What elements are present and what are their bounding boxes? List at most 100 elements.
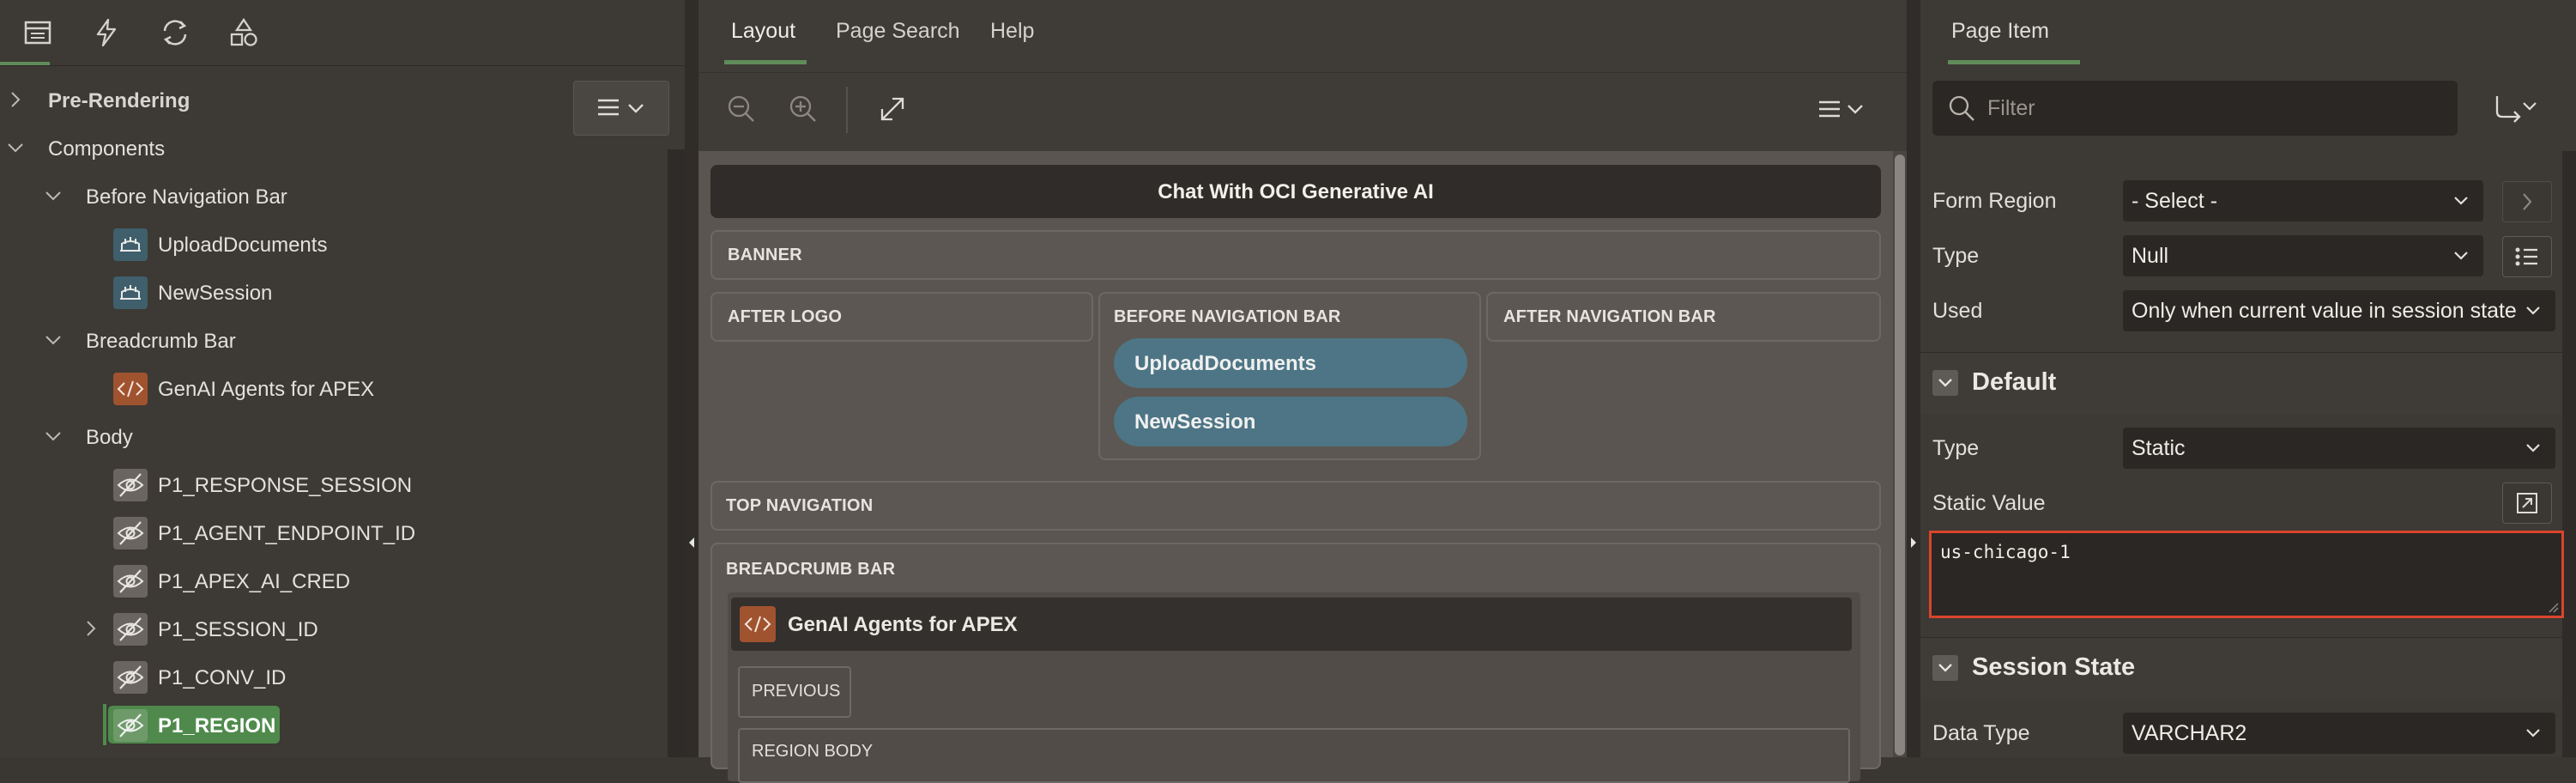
default-type-select[interactable]: Static — [2123, 428, 2555, 469]
chevron-down-icon[interactable] — [43, 330, 63, 350]
tree-node-label: P1_APEX_AI_CRED — [158, 570, 351, 593]
tree-node-label: NewSession — [158, 282, 273, 305]
zone-label: BEFORE NAVIGATION BAR — [1114, 307, 1341, 326]
tree-node-label: Body — [86, 426, 133, 449]
hidden-item-icon — [113, 469, 148, 501]
zone-breadcrumb-bar[interactable]: BREADCRUMB BAR GenAI Agents for APEX PRE… — [711, 543, 1881, 783]
group-title: Default — [1972, 368, 2057, 396]
tree-node-before-navigation-bar[interactable]: Before Navigation Bar — [0, 175, 668, 216]
zoom-in-icon[interactable] — [786, 92, 820, 126]
canvas-scrollbar-thumb[interactable] — [1895, 155, 1905, 756]
group-title: Session State — [1972, 653, 2136, 681]
chevron-right-icon[interactable] — [81, 618, 101, 639]
left-splitter[interactable] — [685, 0, 698, 757]
property-scrollbar[interactable] — [2562, 151, 2576, 757]
layout-menu-icon[interactable] — [1814, 90, 1874, 128]
page-title-bar[interactable]: Chat With OCI Generative AI — [711, 165, 1881, 218]
tree-scrollbar[interactable] — [668, 149, 685, 757]
zone-label: AFTER NAVIGATION BAR — [1503, 307, 1716, 326]
tree-node-p1-agent-endpoint-id[interactable]: P1_AGENT_ENDPOINT_ID — [0, 512, 668, 553]
collapse-icon[interactable] — [1932, 370, 1958, 396]
hidden-item-icon — [113, 709, 148, 742]
group-session-state-header[interactable]: Session State — [1920, 637, 2562, 700]
zone-region-body[interactable]: REGION BODY — [738, 728, 1850, 783]
tree-node-components[interactable]: Components — [0, 127, 566, 168]
data-type-select[interactable]: VARCHAR2 — [2123, 713, 2555, 754]
right-splitter[interactable] — [1907, 0, 1920, 757]
static-value-label: Static Value — [1932, 491, 2046, 515]
zone-label: AFTER LOGO — [728, 307, 843, 326]
rendering-tree: Pre-Rendering Components Before Navigati… — [0, 67, 668, 757]
layout-canvas: Chat With OCI Generative AI BANNER AFTER… — [698, 151, 1893, 783]
tree-node-label: Breadcrumb Bar — [86, 330, 236, 353]
open-editor-button[interactable] — [2502, 483, 2552, 524]
tree-node-pre-rendering[interactable]: Pre-Rendering — [0, 79, 566, 120]
dynamic-actions-icon[interactable] — [89, 15, 124, 50]
chevron-down-icon — [2523, 438, 2543, 458]
tab-layout[interactable]: Layout — [731, 19, 795, 44]
list-details-button[interactable] — [2502, 236, 2552, 277]
zone-banner[interactable]: BANNER — [711, 230, 1881, 280]
search-icon — [1946, 93, 1977, 124]
button-icon — [113, 228, 148, 261]
tree-node-body[interactable]: Body — [0, 416, 668, 457]
left-panel: Pre-Rendering Components Before Navigati… — [0, 0, 685, 757]
zone-before-navigation-bar[interactable]: BEFORE NAVIGATION BAR UploadDocuments Ne… — [1098, 292, 1481, 460]
go-to-region-button[interactable] — [2502, 181, 2552, 222]
tree-node-p1-response-session[interactable]: P1_RESPONSE_SESSION — [0, 464, 668, 505]
uploaddocuments-button[interactable]: UploadDocuments — [1114, 338, 1467, 388]
zoom-out-icon[interactable] — [724, 92, 759, 126]
zone-top-navigation[interactable]: TOP NAVIGATION — [711, 481, 1881, 531]
tree-node-newsession[interactable]: NewSession — [0, 271, 668, 313]
page-title: Chat With OCI Generative AI — [1158, 180, 1434, 203]
expand-icon[interactable] — [875, 92, 910, 126]
collapse-icon[interactable] — [1932, 655, 1958, 681]
genai-agents-region[interactable]: GenAI Agents for APEX — [731, 598, 1852, 651]
default-type-label: Type — [1932, 436, 1980, 460]
rendering-tree-icon[interactable] — [21, 15, 55, 50]
tree-node-label: Pre-Rendering — [48, 89, 190, 112]
zone-previous[interactable]: PREVIOUS — [738, 666, 851, 718]
static-value-textarea[interactable]: us-chicago-1 — [1929, 531, 2564, 618]
tree-menu-button[interactable] — [573, 81, 669, 136]
tab-page-search[interactable]: Page Search — [836, 19, 960, 44]
left-tab-bar — [0, 0, 685, 66]
tree-node-p1-region[interactable]: P1_REGION — [0, 704, 668, 745]
breadcrumb-region-container: GenAI Agents for APEX PREVIOUS REGION BO… — [728, 592, 1860, 783]
shared-components-icon[interactable] — [227, 15, 261, 50]
zone-after-navigation-bar[interactable]: AFTER NAVIGATION BAR — [1486, 292, 1881, 342]
chevron-down-icon[interactable] — [2521, 98, 2538, 115]
filter-input[interactable]: Filter — [1932, 81, 2458, 136]
tab-page-item[interactable]: Page Item — [1951, 19, 2049, 44]
newsession-button[interactable]: NewSession — [1114, 397, 1467, 446]
chevron-down-icon[interactable] — [5, 137, 26, 158]
zone-label: TOP NAVIGATION — [726, 496, 874, 515]
tree-node-breadcrumb-bar[interactable]: Breadcrumb Bar — [0, 319, 668, 361]
form-region-select[interactable]: - Select - — [2123, 180, 2483, 222]
chevron-down-icon[interactable] — [43, 185, 63, 206]
active-tab-indicator — [1948, 60, 2080, 64]
chevron-down-icon[interactable] — [43, 426, 63, 446]
tree-node-p1-conv-id[interactable]: P1_CONV_ID — [0, 656, 668, 697]
chevron-right-icon[interactable] — [5, 89, 26, 110]
form-region-label: Form Region — [1932, 189, 2057, 213]
resize-handle-icon[interactable] — [2548, 602, 2560, 614]
source-type-select[interactable]: Null — [2123, 235, 2483, 276]
chevron-down-icon — [2451, 191, 2471, 211]
source-type-label: Type — [1932, 244, 1980, 268]
processing-icon[interactable] — [158, 15, 192, 50]
tree-node-p1-apex-ai-cred[interactable]: P1_APEX_AI_CRED — [0, 560, 668, 601]
group-default-header[interactable]: Default — [1920, 352, 2562, 415]
active-tab-indicator — [724, 60, 807, 64]
toolbar-divider — [846, 87, 848, 133]
tree-node-label: Before Navigation Bar — [86, 185, 287, 209]
zone-after-logo[interactable]: AFTER LOGO — [711, 292, 1093, 342]
tree-node-label: P1_AGENT_ENDPOINT_ID — [158, 522, 416, 545]
tab-help[interactable]: Help — [990, 19, 1034, 44]
tree-node-genai-agents[interactable]: GenAI Agents for APEX — [0, 367, 668, 409]
tree-node-p1-session-id[interactable]: P1_SESSION_ID — [0, 608, 668, 649]
code-icon — [113, 373, 148, 405]
tree-node-uploaddocuments[interactable]: UploadDocuments — [0, 223, 668, 264]
used-select[interactable]: Only when current value in session state — [2123, 290, 2555, 331]
tree-node-label: P1_RESPONSE_SESSION — [158, 474, 413, 497]
